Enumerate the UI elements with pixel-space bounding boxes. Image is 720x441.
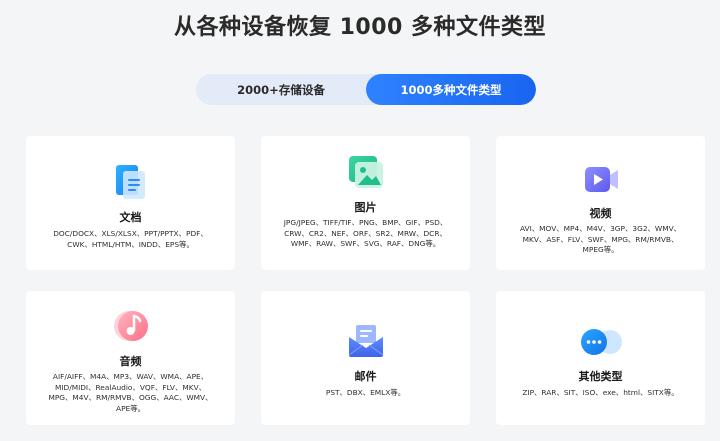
card-title: 其他类型: [578, 370, 623, 383]
card-description: JPG/JPEG、TIFF/TIF、PNG、BMP、GIF、PSD、CRW、CR…: [283, 218, 448, 249]
card-title: 邮件: [354, 370, 377, 383]
card-title: 音频: [119, 355, 142, 368]
card-description: ZIP、RAR、SIT、ISO、exe、html、SITX等。: [522, 388, 679, 397]
mail-icon: [347, 323, 385, 359]
more-icon: [578, 327, 624, 357]
video-icon: [582, 164, 620, 194]
tab-storage-devices[interactable]: 2000+存储设备: [196, 74, 366, 105]
section-title: 从各种设备恢复 1000 多种文件类型: [173, 15, 547, 40]
tab-bar: 2000+存储设备 1000多种文件类型: [196, 74, 536, 105]
card-mail: 邮件 PST、DBX、EMLX等。: [261, 291, 470, 425]
page: 从各种设备恢复 1000 多种文件类型 2000+存储设备 1000多种文件类型…: [0, 0, 720, 441]
tab-file-types[interactable]: 1000多种文件类型: [366, 74, 536, 105]
card-video: 视频 AVI、MOV、MP4、M4V、3GP、3G2、WMV、MKV、ASF、F…: [496, 136, 705, 270]
card-title: 视频: [589, 207, 612, 220]
document-icon: [113, 163, 149, 201]
card-description: AIF/AIFF、M4A、MP3、WAV、WMA、APE、MID/MIDI、Re…: [48, 372, 213, 413]
card-title: 文档: [119, 211, 142, 224]
card-description: PST、DBX、EMLX等。: [325, 388, 406, 397]
card-image: 图片 JPG/JPEG、TIFF/TIF、PNG、BMP、GIF、PSD、CRW…: [261, 136, 470, 270]
card-other: 其他类型 ZIP、RAR、SIT、ISO、exe、html、SITX等。: [496, 291, 705, 425]
card-title: 图片: [354, 201, 377, 214]
image-icon: [347, 154, 385, 190]
card-document: 文档 DOC/DOCX、XLS/XLSX、PPT/PPTX、PDF、CWK、HT…: [26, 136, 235, 270]
music-note-icon: [112, 307, 150, 345]
card-description: DOC/DOCX、XLS/XLSX、PPT/PPTX、PDF、CWK、HTML/…: [53, 229, 208, 249]
card-audio: 音频 AIF/AIFF、M4A、MP3、WAV、WMA、APE、MID/MIDI…: [26, 291, 235, 425]
card-description: AVI、MOV、MP4、M4V、3GP、3G2、WMV、MKV、ASF、FLV、…: [519, 224, 682, 255]
